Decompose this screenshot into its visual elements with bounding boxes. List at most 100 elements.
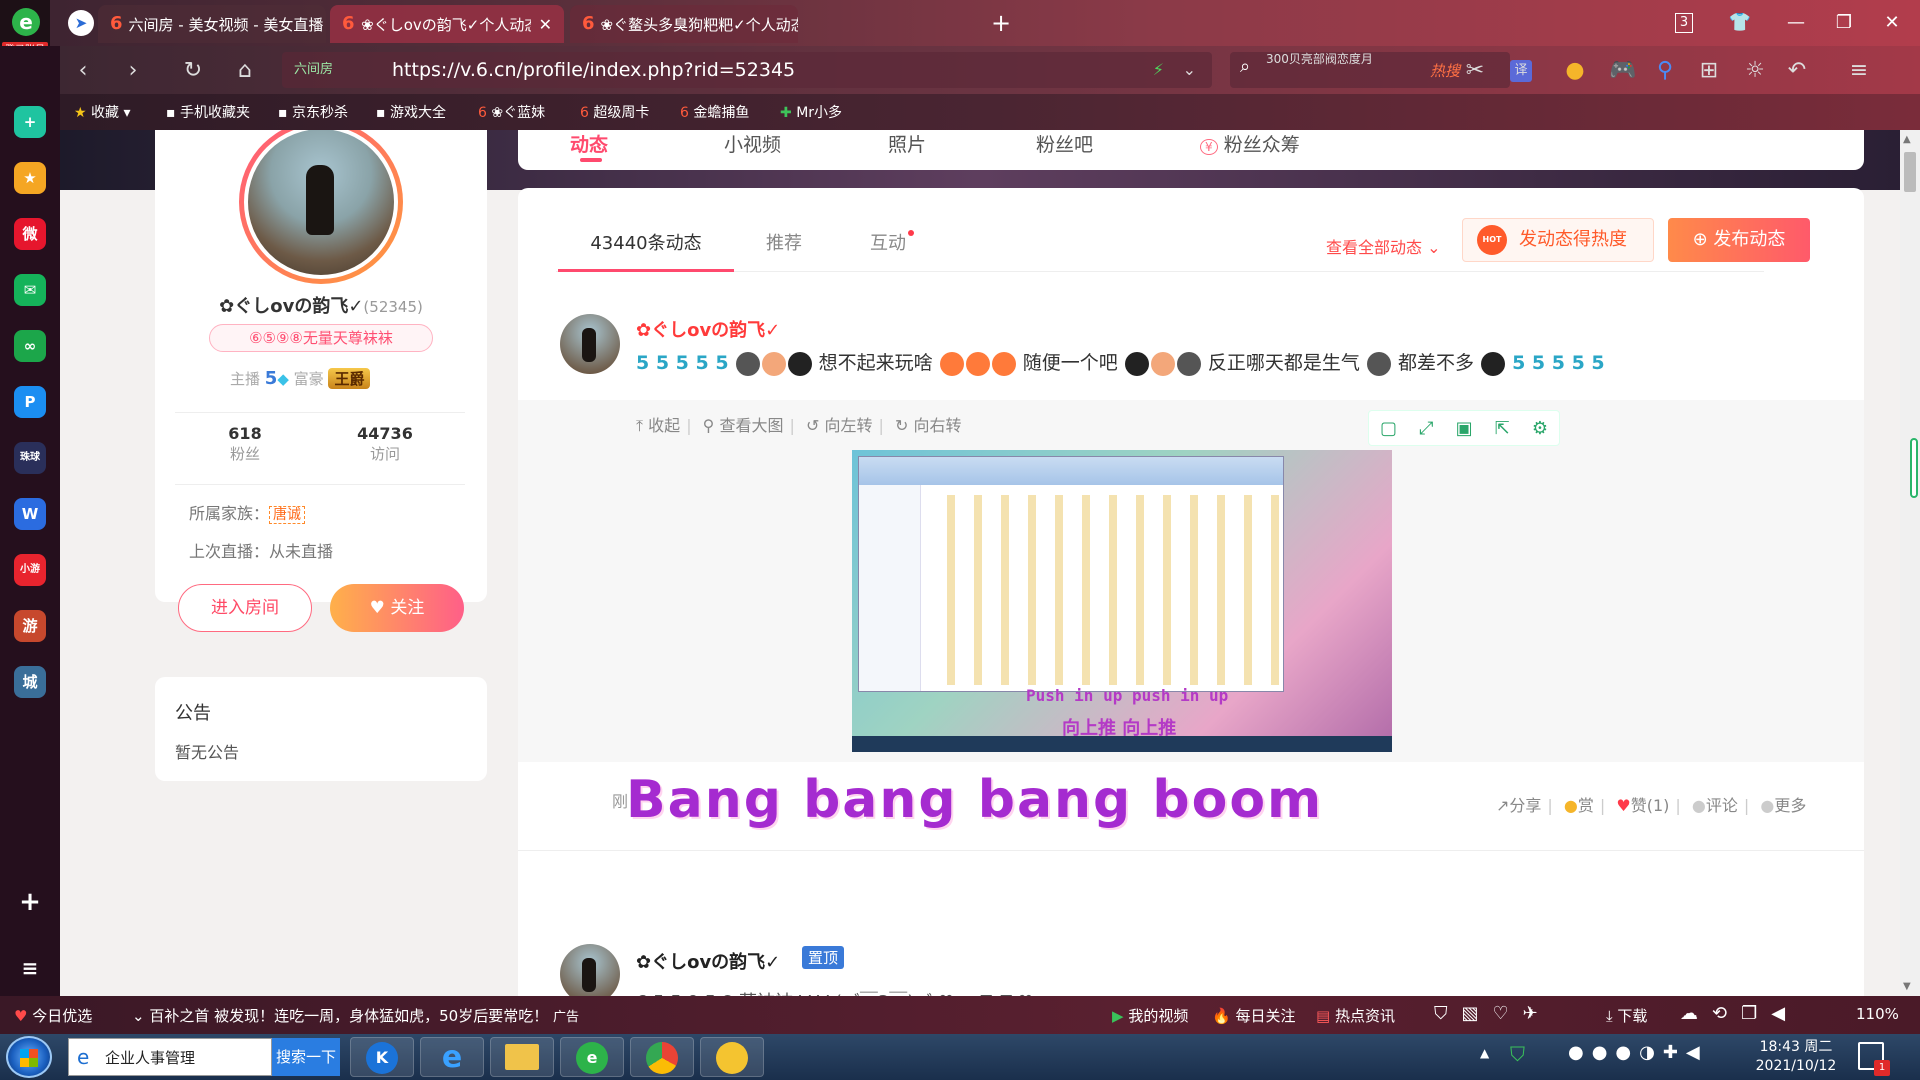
rotate-right-button[interactable]: ↻ 向右转 — [895, 416, 962, 435]
tray-icons[interactable]: ●●●◑✚◀ — [1568, 1042, 1708, 1063]
hot-post-button[interactable]: HOT 发动态得热度 — [1462, 218, 1654, 262]
tab-photos[interactable]: 照片 — [888, 130, 926, 157]
sidebar-app-link[interactable]: ∞ — [14, 330, 46, 362]
share-button[interactable]: ↗分享 — [1496, 796, 1541, 815]
daily-follow[interactable]: 🔥 每日关注 — [1212, 1005, 1295, 1026]
tab-liujianfang[interactable]: 6 六间房 - 美女视频 - 美女直播 — [98, 5, 326, 43]
bulb-icon[interactable]: ☼ — [1740, 56, 1770, 86]
sidebar-app-weibo[interactable]: 微 — [14, 218, 46, 250]
notification-icon[interactable]: 1 — [1858, 1042, 1890, 1076]
minimize-icon[interactable]: — — [1780, 8, 1812, 38]
menu-icon[interactable]: ≡ — [1844, 56, 1874, 86]
bookmark-games[interactable]: ▪ 游戏大全 — [376, 102, 446, 122]
feed-tab-interact[interactable]: 互动 — [870, 218, 914, 270]
fans-stat[interactable]: 618 粉丝 — [205, 424, 285, 464]
window-icon[interactable]: ❐ — [1741, 1003, 1771, 1024]
save-icon[interactable]: ▣ — [1456, 418, 1473, 439]
speed-icon[interactable]: ✈ — [1523, 1003, 1552, 1024]
follow-button[interactable]: ♥ 关注 — [330, 584, 464, 632]
sidebar-app-p[interactable]: P — [14, 386, 46, 418]
bookmark-lanmei[interactable]: 6 ❀ぐ蓝妹 — [478, 102, 545, 122]
post-author[interactable]: ✿ぐしovの韵飞✓ — [636, 948, 780, 974]
share-icon[interactable]: ⇱ — [1495, 418, 1510, 439]
back-arrow-icon[interactable]: ‹ — [68, 56, 98, 86]
translate-icon[interactable]: 译 — [1510, 60, 1532, 82]
sidebar-list-icon[interactable]: ≡ — [14, 952, 46, 984]
tab-profile-active[interactable]: 6 ❀ぐしovの韵飞✓个人动态 - ❀ ✕ — [330, 5, 564, 43]
reward-button[interactable]: ●赏 — [1564, 796, 1594, 815]
coin-icon[interactable]: ● — [1560, 56, 1590, 86]
feed-tab-recommend[interactable]: 推荐 — [766, 218, 802, 270]
shirt-icon[interactable]: 👕 — [1724, 8, 1756, 38]
clock[interactable]: 18:43 周二 2021/10/12 — [1752, 1038, 1840, 1076]
publish-button[interactable]: ⊕ 发布动态 — [1668, 218, 1810, 262]
post-image[interactable]: Push in up push in up 向上推 向上推 — [852, 450, 1392, 752]
taskbar-app-browser[interactable]: e — [560, 1037, 624, 1077]
hot-news[interactable]: ▤ 热点资讯 — [1316, 1005, 1395, 1026]
home-icon[interactable]: ⌂ — [230, 56, 260, 86]
comment-button[interactable]: ●评论 — [1692, 796, 1738, 815]
bookmark-fish[interactable]: 6 金蟾捕鱼 — [680, 102, 749, 122]
sync-icon[interactable]: ⟲ — [1712, 1003, 1741, 1024]
tray-shield-icon[interactable]: ⛉ — [1510, 1042, 1525, 1066]
cloud-icon[interactable]: ☁ — [1680, 1003, 1712, 1024]
bookmark-favorites[interactable]: ★ 收藏 ▾ — [74, 102, 131, 122]
copy-icon[interactable]: ▢ — [1380, 418, 1397, 439]
scroll-thumb[interactable] — [1904, 152, 1916, 192]
sidebar-app-ball[interactable]: 珠球 — [14, 442, 46, 474]
taskbar-app-explorer[interactable] — [490, 1037, 554, 1077]
taskbar-app-ie[interactable]: e — [420, 1037, 484, 1077]
sidebar-app-city[interactable]: 城 — [14, 666, 46, 698]
scissors-icon[interactable]: ✂ — [1460, 56, 1490, 86]
feed-tab-all[interactable]: 43440条动态 — [558, 218, 734, 272]
news-ticker[interactable]: ⌄ 百补之首 被发现！连吃一周，身体猛如虎，50岁后要常吃！ 广告 — [132, 1005, 579, 1026]
settings-icon[interactable]: ⚙ — [1532, 418, 1548, 439]
taskbar-app-chrome[interactable] — [630, 1037, 694, 1077]
shield-icon[interactable]: ⛉ — [1434, 1003, 1462, 1024]
sidebar-app-add[interactable]: + — [14, 106, 46, 138]
collapse-button[interactable]: ⤒ 收起 — [636, 416, 680, 435]
status-tools[interactable]: ⛉▧♡✈ — [1434, 1003, 1552, 1024]
start-button[interactable] — [6, 1036, 52, 1078]
view-all-dropdown[interactable]: 查看全部动态 ⌄ — [1326, 234, 1441, 258]
taskbar-app-k[interactable]: K — [350, 1037, 414, 1077]
avatar[interactable] — [239, 130, 403, 284]
post-avatar[interactable] — [560, 314, 620, 374]
magnifier-icon[interactable]: ⚲ — [1650, 56, 1680, 86]
scroll-down-icon[interactable]: ▼ — [1903, 981, 1911, 992]
forward-arrow-icon[interactable]: › — [118, 56, 148, 86]
chevron-down-icon[interactable]: ⌄ — [1183, 52, 1196, 88]
taskbar-app-game[interactable] — [700, 1037, 764, 1077]
tab-profile-other[interactable]: 6 ❀ぐ鳌头多臭狗粑粑✓个人动态 — [570, 5, 798, 43]
image-icon[interactable]: ▧ — [1462, 1003, 1493, 1024]
heart-outline-icon[interactable]: ♡ — [1493, 1003, 1523, 1024]
bookmark-jd[interactable]: ▪ 京东秒杀 — [278, 102, 348, 122]
lightning-icon[interactable]: ⚡ — [1153, 52, 1164, 88]
send-arrow-icon[interactable]: ➤ — [68, 10, 94, 36]
address-input[interactable]: 六间房 https://v.6.cn/profile/index.php?rid… — [282, 52, 1212, 88]
post-avatar[interactable] — [560, 944, 620, 996]
speaker-icon[interactable]: ◀ — [1771, 1003, 1799, 1024]
scroll-up-icon[interactable]: ▲ — [1903, 134, 1911, 145]
close-tab-icon[interactable]: ✕ — [531, 15, 552, 34]
download-button[interactable]: ⤓ 下载 — [1606, 1005, 1647, 1026]
sidebar-app-game[interactable]: 游 — [14, 610, 46, 642]
sidebar-app-xiaoyou[interactable]: 小游 — [14, 554, 46, 586]
view-large-button[interactable]: ⚲ 查看大图 — [703, 416, 784, 435]
enter-room-button[interactable]: 进入房间 — [178, 584, 312, 632]
status-tools-2[interactable]: ☁⟲❐◀ — [1680, 1003, 1799, 1024]
grid-icon[interactable]: ⊞ — [1694, 56, 1724, 86]
taskbar-search-button[interactable]: 搜索一下 — [272, 1038, 340, 1076]
sidebar-app-mail[interactable]: ✉ — [14, 274, 46, 306]
tab-short-video[interactable]: 小视频 — [724, 130, 781, 157]
taskbar-search[interactable]: e 企业人事管理 — [68, 1038, 272, 1076]
new-tab-button[interactable]: + — [985, 8, 1017, 38]
family-badge[interactable]: 唐诚 — [269, 506, 306, 524]
tray-expand-icon[interactable]: ▲ — [1480, 1046, 1489, 1060]
hot-search-label[interactable]: 热搜 — [1430, 60, 1460, 81]
side-handle[interactable] — [1910, 438, 1918, 498]
zoom-level[interactable]: 110% — [1856, 1005, 1899, 1023]
page-scrollbar[interactable]: ▲ ▼ — [1900, 130, 1920, 996]
today-picks[interactable]: ♥ 今日优选 — [14, 1005, 92, 1026]
tab-crowdfund[interactable]: ¥ 粉丝众筹 — [1200, 130, 1300, 157]
